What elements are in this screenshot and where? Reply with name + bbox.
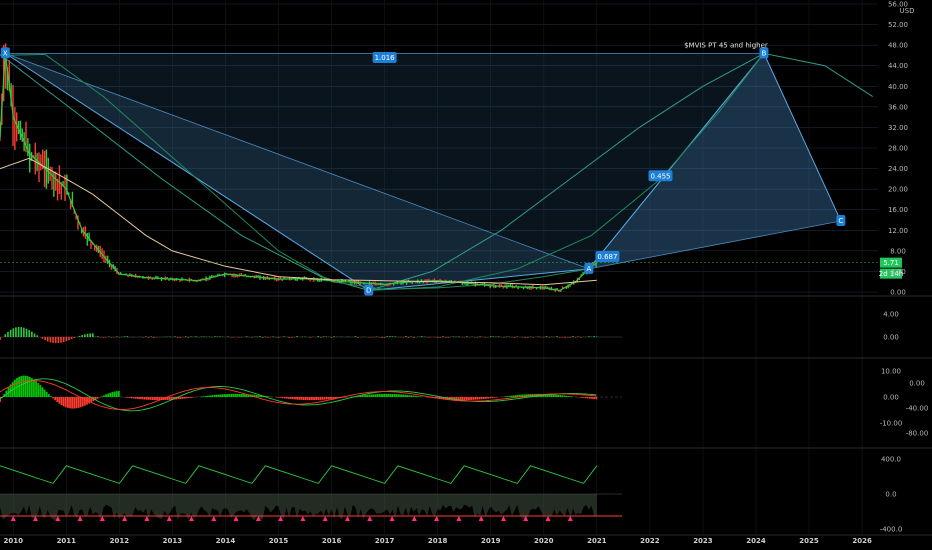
pane-tick-label: 0.00 [883,334,899,342]
pattern-point-label: C [838,217,843,225]
pattern-point-label: B [762,49,767,57]
price-tick-label: 24.00 [888,165,908,173]
osc3-marker [122,516,128,521]
osc3-step-line [0,465,598,484]
price-tick-label: 0.00 [890,289,906,297]
price-tick-label: 36.00 [888,103,908,111]
time-tick-label: 2014 [216,537,236,545]
currency-label: USD [900,7,915,15]
price-tick-label: 32.00 [888,124,908,132]
osc3-marker [456,516,462,521]
annotation-text: $MVIS PT 45 and higher [684,41,768,49]
osc3-marker [500,516,506,521]
pane-tick-label: -400.0 [880,526,903,534]
osc3-marker [166,516,172,521]
time-tick-label: 2021 [587,537,607,545]
price-tick-label: 44.00 [888,62,908,70]
osc3-marker [233,516,239,521]
osc2-macd-line [0,378,597,412]
harmonic-pattern [5,52,842,291]
osc3-marker [322,516,328,521]
osc3-marker [344,516,350,521]
time-tick-label: 2013 [163,537,183,545]
time-tick-label: 2019 [481,537,501,545]
osc2-signal-line [0,380,597,410]
osc3-marker [567,516,573,521]
time-tick-label: 2025 [799,537,819,545]
ratio-label: 1.016 [375,54,396,62]
pane-tick-label: 0.00 [883,394,899,402]
price-tick-label: 12.00 [888,227,908,235]
ratio-label: 0.687 [597,253,617,261]
price-tick-label: 52.00 [888,21,908,29]
pane-tick-label: -10.00 [880,420,903,428]
osc3-marker [411,516,417,521]
pane-tick-label: 0.0 [885,491,896,499]
time-tick-label: 2026 [852,537,872,545]
osc3-marker [434,516,440,521]
price-tick-label: 16.00 [888,206,908,214]
price-tick-label: 28.00 [888,145,908,153]
osc3-marker [545,516,551,521]
time-tick-label: 2015 [269,537,289,545]
osc3-marker [389,516,395,521]
indicator-panes [0,295,932,521]
price-tick-label: 40.00 [888,83,908,91]
time-tick-label: 2024 [746,537,766,545]
osc3-marker [10,516,16,521]
pane-right-tick-label: 0.00 [909,380,925,388]
pane-tick-label: 10.00 [881,368,901,376]
osc3-marker [367,516,373,521]
price-tick-label: 4.00 [890,268,906,276]
time-tick-label: 2016 [322,537,342,545]
osc3-marker [478,516,484,521]
osc3-marker [300,516,306,521]
pattern-point-label: X [3,49,8,57]
time-tick-label: 2023 [693,537,713,545]
osc3-marker [211,516,217,521]
time-tick-label: 2017 [375,537,395,545]
pane-right-tick-label: -40.00 [906,405,929,413]
chart-canvas[interactable]: 5.712d 14hXDABC1.0160.4550.687 56.0052.0… [0,0,932,550]
price-tick-label: 8.00 [890,247,906,255]
time-tick-label: 2020 [534,537,554,545]
time-tick-label: 2022 [640,537,660,545]
time-tick-label: 2012 [110,537,130,545]
last-price-value: 5.71 [883,259,899,267]
pattern-point-label: A [586,265,591,273]
pane-right-tick-label: -80.00 [906,430,929,438]
price-tick-label: 20.00 [888,186,908,194]
time-tick-label: 2018 [428,537,448,545]
time-tick-label: 2010 [4,537,24,545]
pane-tick-label: 400.0 [881,455,901,463]
ratio-label: 0.455 [650,172,670,180]
price-tick-label: 48.00 [888,42,908,50]
pane-tick-label: 4.00 [883,310,899,318]
time-tick-label: 2011 [57,537,77,545]
pattern-point-label: D [366,286,371,294]
osc3-marker [77,516,83,521]
